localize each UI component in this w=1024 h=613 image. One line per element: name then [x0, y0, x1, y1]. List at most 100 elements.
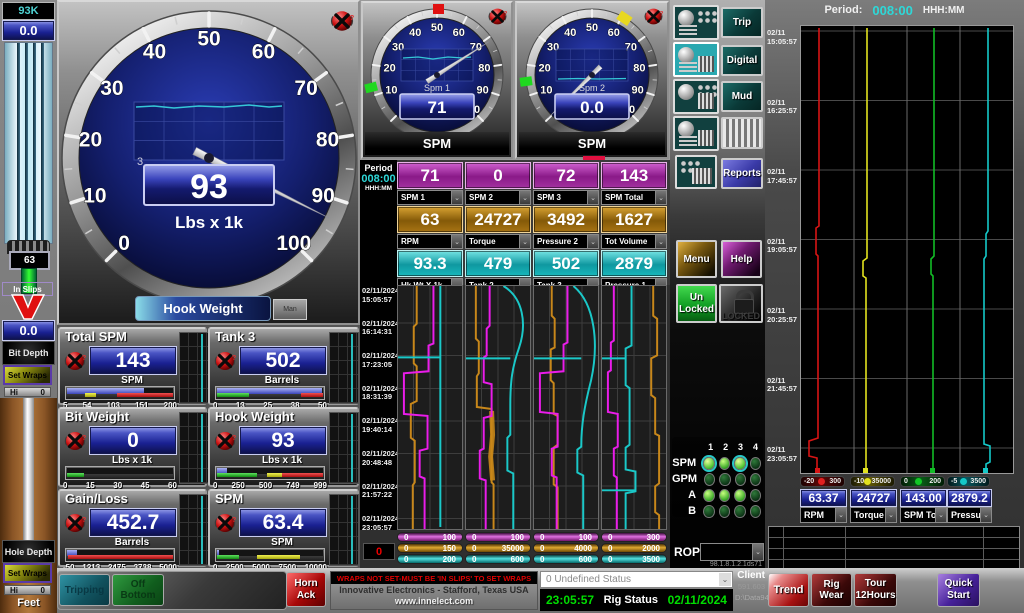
- set-wraps-button-bottom[interactable]: Set Wraps: [3, 563, 52, 583]
- alarm-muted-icon[interactable]: [487, 6, 508, 27]
- grid-column-4: 143 SPM Total⌄ 1627 Tot Volume⌄ 2879 Pre…: [601, 162, 667, 294]
- channel-scale: 0200: [900, 476, 945, 487]
- horn-ack-button[interactable]: Horn Ack: [286, 572, 326, 607]
- chevron-down-icon: ⌄: [587, 235, 598, 248]
- scale-bar: 0100: [465, 532, 531, 542]
- scale-bar: 035000: [465, 543, 531, 553]
- alarm-muted-icon[interactable]: [63, 349, 87, 373]
- value-readout: 2879: [601, 250, 667, 277]
- value-readout: 72: [533, 162, 599, 189]
- svg-text:80: 80: [633, 62, 645, 74]
- svg-text:90: 90: [311, 184, 334, 207]
- channel-select[interactable]: Pressure 2⌄: [533, 234, 599, 249]
- locked-button[interactable]: LOCKED: [719, 284, 763, 323]
- rop-select[interactable]: ⌄: [700, 543, 764, 561]
- channel-select[interactable]: Torque⌄: [465, 234, 531, 249]
- quick-start-button[interactable]: Quick Start: [937, 573, 980, 607]
- panel-units: Lbs x 1k: [89, 455, 175, 466]
- alarm-muted-icon[interactable]: [329, 8, 355, 34]
- alarm-muted-icon[interactable]: [63, 511, 87, 535]
- panel-units: SPM: [239, 537, 325, 548]
- strip-chart-3: [533, 285, 599, 530]
- rig-wear-button[interactable]: Rig Wear: [811, 573, 852, 607]
- svg-text:70: 70: [294, 77, 317, 100]
- alarm-muted-icon[interactable]: [213, 429, 237, 453]
- alarm-muted-icon[interactable]: [643, 6, 664, 27]
- chevron-down-icon: ⌄: [752, 544, 763, 560]
- channel-select[interactable]: Pressur⌄: [947, 507, 992, 523]
- pump-led: [704, 473, 715, 486]
- channel-scale: -20300: [800, 476, 845, 487]
- client-value: 591.603: [735, 581, 765, 592]
- period-value[interactable]: 008:00: [872, 3, 912, 18]
- mini-panel-spm: SPM 63.4 2 SPM 025005000750010000: [208, 489, 359, 567]
- svg-text:80: 80: [478, 62, 490, 74]
- period-block: Period 008:00 HHH:MM: [360, 160, 397, 285]
- pump-led: [703, 489, 714, 502]
- help-button[interactable]: Help: [721, 240, 762, 278]
- nav-thumbnail-trip-button[interactable]: [673, 5, 719, 40]
- client-info: Client 591.603 D:\Data944\: [735, 570, 765, 611]
- channel-select[interactable]: SPM 2⌄: [465, 190, 531, 205]
- hole-depth-label: Hole Depth: [2, 540, 55, 563]
- period-label: Period: [360, 163, 397, 173]
- panel-value: 93: [239, 426, 327, 455]
- tripping-indicator[interactable]: Tripping: [59, 574, 110, 606]
- block-speed-bottom-readout: 0.0: [2, 320, 55, 341]
- grid-column-1: 71 SPM 1⌄ 63 RPM⌄ 93.3 Hk Wt X 1k⌄: [397, 162, 463, 294]
- alarm-muted-icon[interactable]: [213, 349, 237, 373]
- spm2-channel-label: Spm 2: [579, 83, 605, 93]
- status-bar: Tripping Off Bottom Horn Ack WRAPS NOT S…: [57, 568, 1024, 613]
- trend-chart-panel: Period: 008:00 HHH:MM 02/1115:05:5702/11…: [765, 0, 1024, 570]
- chevron-down-icon: ⌄: [835, 508, 846, 522]
- channel-select[interactable]: RPM⌄: [800, 507, 847, 523]
- channel-select[interactable]: SPM Tot⌄: [900, 507, 947, 523]
- reports-screen-button[interactable]: Reports: [721, 158, 763, 189]
- digital-screen-button[interactable]: Digital: [721, 45, 763, 76]
- tour-12hours-button[interactable]: Tour 12Hours: [854, 573, 897, 607]
- manual-mode-button[interactable]: Man: [273, 299, 307, 320]
- chevron-down-icon: ⌄: [587, 191, 598, 204]
- set-wraps-button-top[interactable]: Set Wraps: [3, 365, 52, 385]
- value-readout: 24727: [465, 206, 531, 233]
- blank-screen-button[interactable]: [721, 117, 763, 149]
- version-text: 98.1.8.1.2.1ds71: [698, 561, 762, 568]
- zero-marker: 0: [363, 543, 395, 560]
- nav-thumbnail-mud-button[interactable]: [673, 79, 719, 114]
- pump-led: [719, 473, 730, 486]
- channel-select[interactable]: SPM 3⌄: [533, 190, 599, 205]
- svg-text:40: 40: [564, 27, 576, 39]
- nav-thumbnail-reports-button[interactable]: [675, 155, 717, 189]
- trend-button[interactable]: Trend: [768, 573, 809, 607]
- mud-screen-button[interactable]: Mud: [721, 81, 763, 112]
- spm2-value: 0.0: [580, 98, 604, 117]
- channel-select[interactable]: Tot Volume⌄: [601, 234, 667, 249]
- nav-thumbnail-digital-button[interactable]: [673, 42, 719, 77]
- trip-screen-button[interactable]: Trip: [721, 7, 763, 38]
- scale-bar: 0600: [465, 554, 531, 564]
- alarm-muted-icon[interactable]: [63, 429, 87, 453]
- nav-thumbnail-gauges-button[interactable]: [673, 116, 719, 151]
- chevron-down-icon: ⌄: [719, 573, 731, 586]
- channel-select[interactable]: RPM⌄: [397, 234, 463, 249]
- channel-select[interactable]: SPM Total⌄: [601, 190, 667, 205]
- menu-button[interactable]: Menu: [676, 240, 717, 278]
- pump-led: [719, 505, 730, 518]
- channel-color-dot: [818, 478, 825, 485]
- alarm-muted-icon[interactable]: [213, 511, 237, 535]
- pump-led: [734, 505, 745, 518]
- channel-select[interactable]: SPM 1⌄: [397, 190, 463, 205]
- spm2-gauge-panel: 0102030405060708090100 Spm 2 0.0 SPM: [515, 1, 669, 159]
- pump-led: [719, 489, 730, 502]
- channel-value: 2879.2: [947, 489, 992, 507]
- unlock-button[interactable]: Un Locked: [676, 284, 717, 323]
- empty-status-table: [768, 526, 1020, 572]
- period-label: Period:: [824, 4, 862, 16]
- rig-status-select[interactable]: 0 Undefined Status ⌄: [540, 571, 733, 588]
- off-bottom-indicator[interactable]: Off Bottom: [112, 574, 164, 606]
- feet-units-label: Feet: [0, 597, 57, 609]
- mini-trend-chart: [329, 332, 359, 404]
- channel-select[interactable]: Torque⌄: [850, 507, 897, 523]
- pump-led-panel: 1234SPMGPMAB: [672, 437, 763, 517]
- channel-value-grid: Period 008:00 HHH:MM 71 SPM 1⌄ 63 RPM⌄ 9…: [360, 160, 670, 285]
